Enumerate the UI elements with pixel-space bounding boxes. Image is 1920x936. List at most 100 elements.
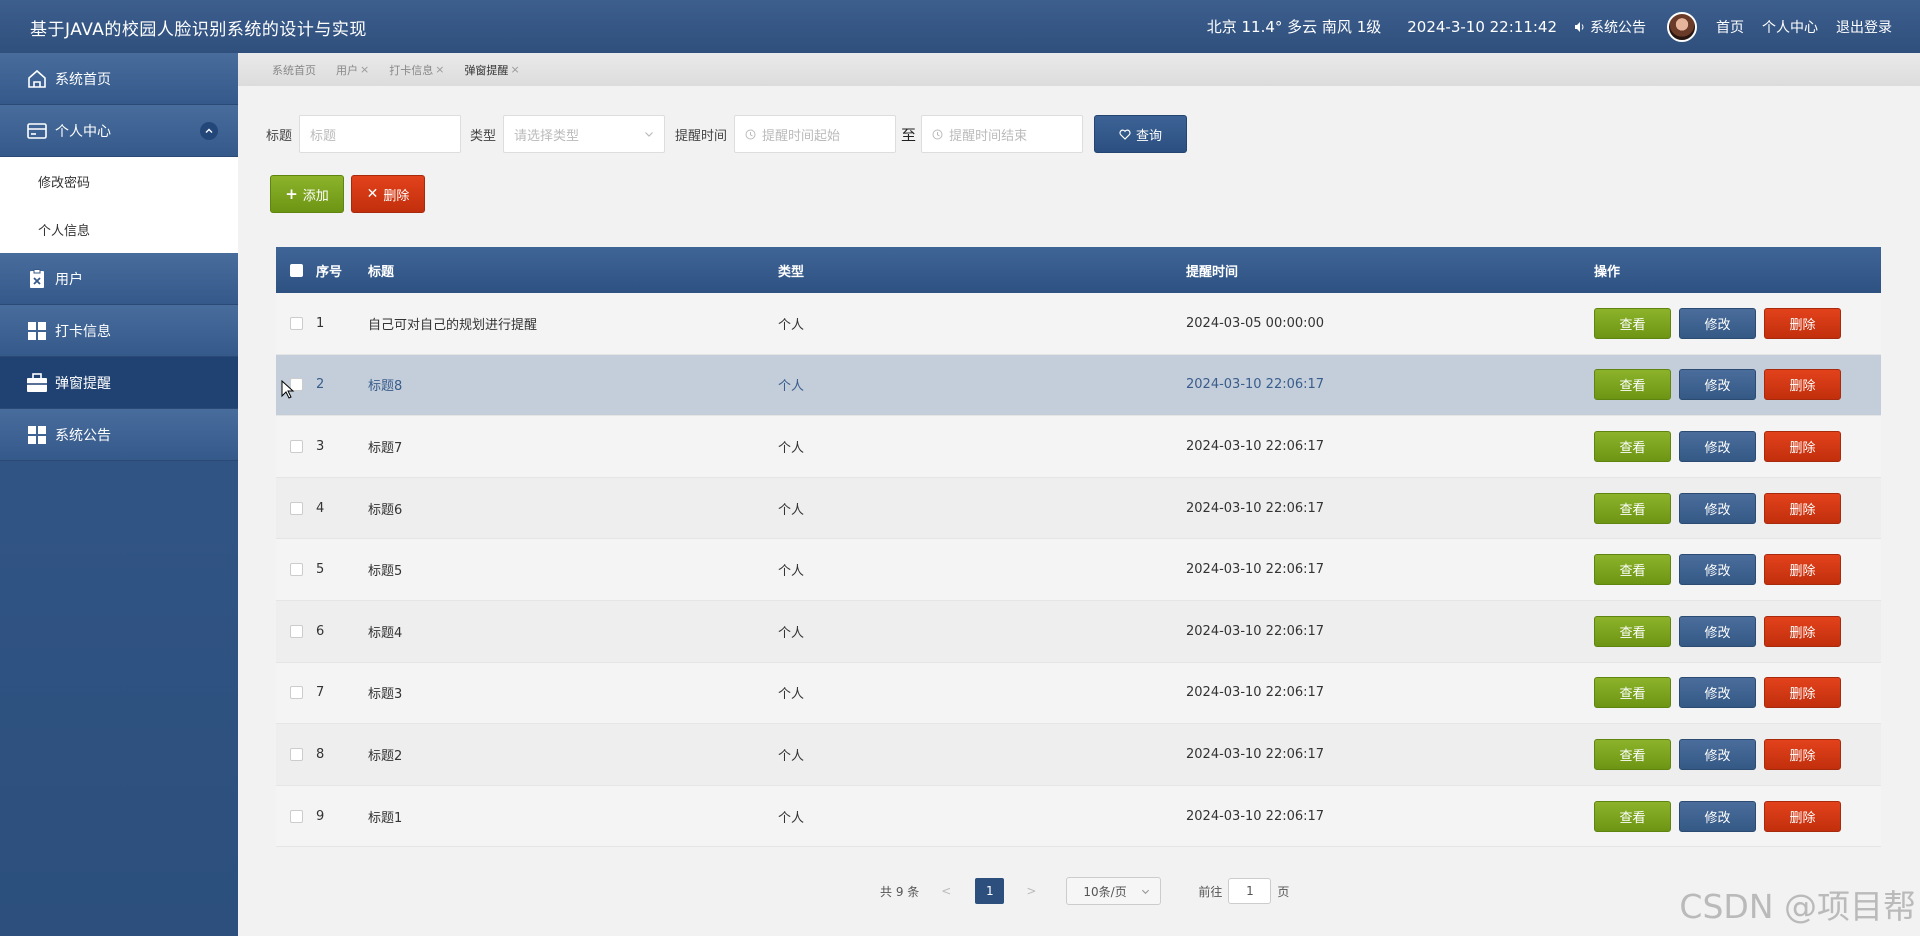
- sidebar-item-label: 弹窗提醒: [55, 375, 111, 392]
- page-suffix: 页: [1277, 884, 1290, 899]
- select-all-checkbox[interactable]: [289, 263, 303, 277]
- prev-page-button[interactable]: <: [941, 884, 951, 898]
- edit-button[interactable]: 修改: [1679, 677, 1756, 709]
- row-checkbox[interactable]: [289, 747, 303, 761]
- sidebar-item-label: 系统公告: [55, 427, 111, 444]
- row-time: 2024-03-10 22:06:17: [1186, 808, 1325, 824]
- delete-button[interactable]: 删除: [1764, 369, 1841, 401]
- delete-button[interactable]: 删除: [1764, 554, 1841, 586]
- row-time: 2024-03-10 22:06:17: [1186, 562, 1325, 578]
- view-button[interactable]: 查看: [1594, 677, 1671, 709]
- row-title: 标题3: [368, 687, 403, 703]
- avatar[interactable]: [1667, 11, 1697, 42]
- edit-button[interactable]: 修改: [1679, 800, 1756, 832]
- sidebar-item-home[interactable]: 系统首页: [0, 53, 238, 105]
- logout-link[interactable]: 退出登录: [1836, 17, 1892, 37]
- page-1-button[interactable]: 1: [975, 878, 1005, 904]
- action-buttons: + 添加 ✕ 删除: [270, 175, 425, 213]
- clock-icon: [932, 129, 943, 139]
- home-link[interactable]: 首页: [1716, 17, 1744, 37]
- view-button[interactable]: 查看: [1594, 554, 1671, 586]
- close-icon[interactable]: ×: [435, 63, 444, 76]
- tab-label: 系统首页: [272, 63, 316, 77]
- view-button[interactable]: 查看: [1594, 307, 1671, 339]
- title-search-input[interactable]: 标题: [299, 115, 462, 153]
- goto-page-input[interactable]: 1: [1228, 878, 1272, 904]
- chevron-up-icon[interactable]: [200, 121, 218, 140]
- edit-button[interactable]: 修改: [1679, 492, 1756, 524]
- view-button[interactable]: 查看: [1594, 492, 1671, 524]
- row-type: 个人: [778, 625, 805, 641]
- submenu-personal-info[interactable]: 个人信息: [0, 205, 238, 253]
- edit-button[interactable]: 修改: [1679, 615, 1756, 647]
- row-checkbox[interactable]: [289, 439, 303, 453]
- row-checkbox[interactable]: [289, 686, 303, 700]
- type-select[interactable]: 请选择类型: [503, 115, 666, 153]
- row-checkbox[interactable]: [289, 809, 303, 823]
- edit-button[interactable]: 修改: [1679, 430, 1756, 462]
- submenu-change-password[interactable]: 修改密码: [0, 157, 238, 205]
- watermark: CSDN @项目帮: [1679, 887, 1916, 926]
- view-button[interactable]: 查看: [1594, 800, 1671, 832]
- edit-button[interactable]: 修改: [1679, 554, 1756, 586]
- row-title: 自己可对自己的规划进行提醒: [368, 317, 538, 333]
- delete-button[interactable]: 删除: [1764, 738, 1841, 770]
- sidebar-item-announcements[interactable]: 系统公告: [0, 409, 238, 461]
- edit-button[interactable]: 修改: [1679, 738, 1756, 770]
- tab-label: 打卡信息: [389, 63, 434, 77]
- weather-info: 北京 11.4° 多云 南风 1级: [1206, 18, 1382, 36]
- time-filter-label: 提醒时间: [675, 128, 728, 144]
- edit-button[interactable]: 修改: [1679, 369, 1756, 401]
- time-end-input[interactable]: 提醒时间结束: [921, 115, 1084, 153]
- sidebar-item-personal[interactable]: 个人中心: [0, 105, 238, 157]
- add-button[interactable]: + 添加: [270, 175, 344, 213]
- time-start-input[interactable]: 提醒时间起始: [734, 115, 897, 153]
- edit-button[interactable]: 修改: [1679, 307, 1756, 339]
- next-page-button[interactable]: >: [1026, 884, 1036, 898]
- batch-delete-button[interactable]: ✕ 删除: [351, 175, 425, 213]
- row-checkbox[interactable]: [289, 501, 303, 515]
- tab-checkin[interactable]: 打卡信息 ×: [389, 62, 444, 78]
- row-checkbox[interactable]: [289, 624, 303, 638]
- row-index: 2: [316, 377, 325, 393]
- notice-link[interactable]: 系统公告: [1574, 17, 1646, 37]
- close-icon[interactable]: ×: [510, 63, 519, 76]
- table-row: 7 标题3 个人 2024-03-10 22:06:17 查看 修改 删除: [276, 662, 1881, 725]
- row-index: 3: [316, 438, 325, 454]
- briefcase-icon: [25, 371, 49, 395]
- delete-button[interactable]: 删除: [1764, 307, 1841, 339]
- view-button[interactable]: 查看: [1594, 615, 1671, 647]
- page-size-select[interactable]: 10条/页: [1066, 877, 1162, 905]
- view-button[interactable]: 查看: [1594, 430, 1671, 462]
- delete-button[interactable]: 删除: [1764, 492, 1841, 524]
- row-checkbox[interactable]: [289, 563, 303, 577]
- tab-home[interactable]: 系统首页: [272, 62, 316, 78]
- personal-center-link[interactable]: 个人中心: [1762, 17, 1818, 37]
- sidebar-item-popup-reminder[interactable]: 弹窗提醒: [0, 357, 238, 409]
- row-time: 2024-03-10 22:06:17: [1186, 685, 1325, 701]
- row-time: 2024-03-10 22:06:17: [1186, 438, 1325, 454]
- sidebar-item-label: 系统首页: [55, 71, 111, 88]
- sidebar-item-users[interactable]: 用户: [0, 253, 238, 305]
- tab-popup-reminder[interactable]: 弹窗提醒 ×: [464, 62, 519, 78]
- reminder-table: 序号 标题 类型 提醒时间 操作 1 自己可对自己的规划进行提醒 个人 2024…: [276, 247, 1881, 848]
- view-button[interactable]: 查看: [1594, 369, 1671, 401]
- delete-button[interactable]: 删除: [1764, 800, 1841, 832]
- row-index: 6: [316, 623, 325, 639]
- query-button[interactable]: 查询: [1094, 115, 1188, 153]
- clock-icon: [745, 129, 756, 139]
- delete-button[interactable]: 删除: [1764, 430, 1841, 462]
- home-icon: [25, 67, 49, 91]
- close-icon[interactable]: ×: [360, 63, 369, 76]
- grid-icon: [25, 319, 49, 343]
- header-title: 标题: [368, 264, 395, 280]
- row-checkbox[interactable]: [289, 316, 303, 330]
- plus-icon: +: [285, 185, 298, 203]
- tab-users[interactable]: 用户 ×: [336, 62, 369, 78]
- delete-button[interactable]: 删除: [1764, 677, 1841, 709]
- row-title: 标题2: [368, 748, 403, 764]
- view-button[interactable]: 查看: [1594, 738, 1671, 770]
- sidebar-item-checkin[interactable]: 打卡信息: [0, 305, 238, 357]
- delete-button[interactable]: 删除: [1764, 615, 1841, 647]
- grid-icon: [25, 423, 49, 447]
